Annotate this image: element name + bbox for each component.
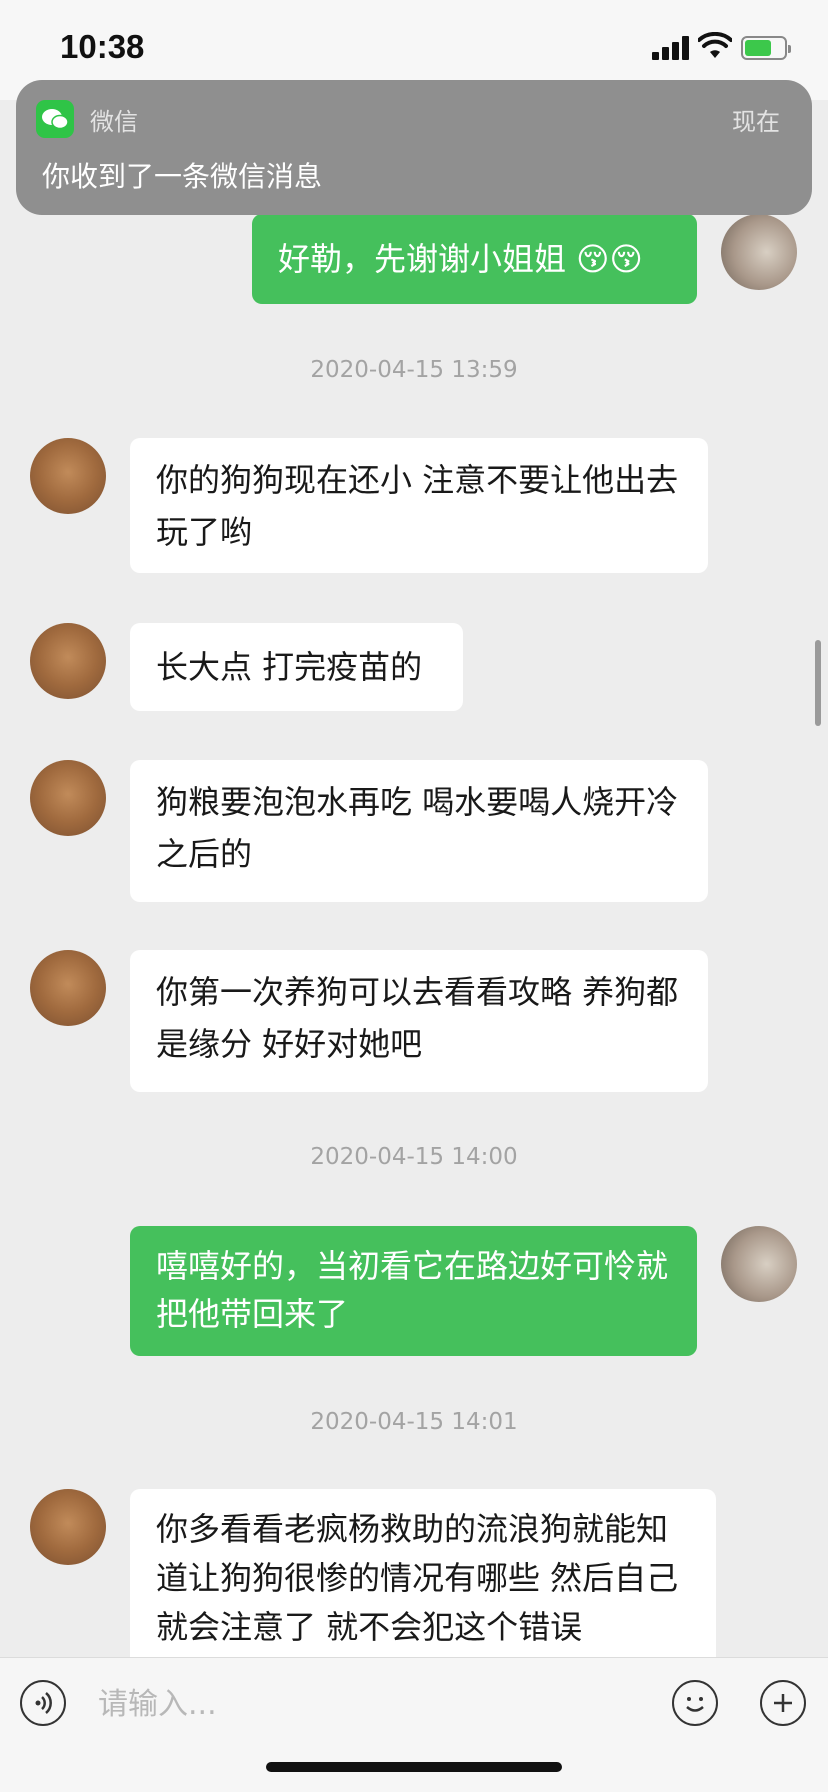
contact-avatar[interactable]: [30, 438, 106, 514]
contact-avatar[interactable]: [30, 950, 106, 1026]
message-bubble-received[interactable]: 你多看看老疯杨救助的流浪狗就能知道让狗狗很惨的情况有哪些 然后自己就会注意了 就…: [130, 1489, 716, 1657]
contact-avatar[interactable]: [30, 1489, 106, 1565]
wifi-icon: [698, 32, 732, 58]
message-bubble-received[interactable]: 狗粮要泡泡水再吃 喝水要喝人烧开冷之后的: [130, 760, 708, 902]
message-bubble-received[interactable]: 长大点 打完疫苗的: [130, 623, 463, 711]
message-bubble-sent[interactable]: 好勒，先谢谢小姐姐 😚😚: [252, 214, 697, 304]
message-bubble-received[interactable]: 你第一次养狗可以去看看攻略 养狗都是缘分 好好对她吧: [130, 950, 708, 1092]
wechat-icon: [36, 100, 74, 138]
my-avatar[interactable]: [721, 1226, 797, 1302]
notification-time: 现在: [732, 108, 780, 136]
timestamp: 2020-04-15 13:59: [310, 357, 518, 383]
scrollbar[interactable]: [815, 640, 821, 726]
home-indicator[interactable]: [266, 1762, 562, 1772]
timestamp: 2020-04-15 14:00: [310, 1144, 518, 1170]
plus-icon: [774, 1694, 792, 1712]
voice-button[interactable]: [20, 1680, 66, 1726]
chat-area[interactable]: 好勒，先谢谢小姐姐 😚😚 2020-04-15 13:59 你的狗狗现在还小 注…: [0, 0, 828, 1657]
emoji-icon: [686, 1697, 704, 1712]
notification-banner[interactable]: 微信 现在 你收到了一条微信消息: [16, 80, 812, 215]
message-bubble-received[interactable]: 你的狗狗现在还小 注意不要让他出去玩了哟: [130, 438, 708, 573]
plus-button[interactable]: [760, 1680, 806, 1726]
notification-message: 你收到了一条微信消息: [42, 160, 323, 193]
message-bubble-sent[interactable]: 嘻嘻好的，当初看它在路边好可怜就把他带回来了: [130, 1226, 697, 1356]
voice-icon: [35, 1692, 52, 1714]
emoji-button[interactable]: [672, 1680, 718, 1726]
contact-avatar[interactable]: [30, 623, 106, 699]
contact-avatar[interactable]: [30, 760, 106, 836]
message-input[interactable]: 请输入...: [98, 1680, 658, 1730]
cellular-signal-icon: [652, 36, 690, 60]
notification-app-name: 微信: [90, 108, 138, 136]
my-avatar[interactable]: [721, 214, 797, 290]
battery-icon: [741, 36, 791, 60]
timestamp: 2020-04-15 14:01: [310, 1409, 518, 1435]
status-time: 10:38: [60, 28, 145, 65]
